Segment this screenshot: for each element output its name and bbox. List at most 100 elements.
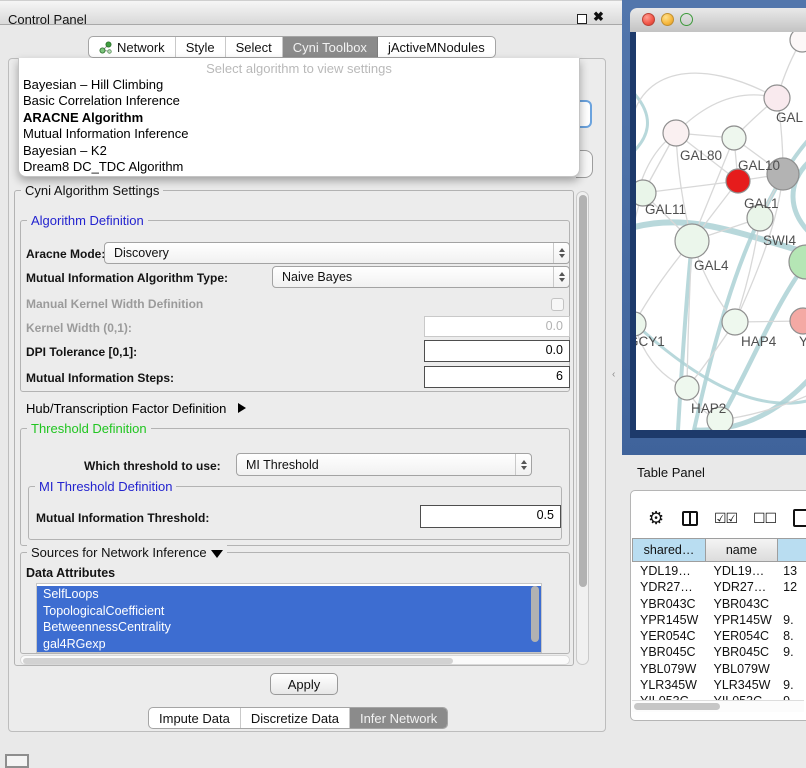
tab-infer-network[interactable]: Infer Network xyxy=(350,708,447,728)
table-horizontal-scrollbar[interactable] xyxy=(632,700,804,712)
dropdown-item[interactable]: Mutual Information Inference xyxy=(23,126,575,142)
network-node[interactable] xyxy=(722,126,746,150)
table-row[interactable]: YDL19… YDL19… 13 xyxy=(632,563,806,579)
settings-horizontal-scrollbar[interactable] xyxy=(20,655,570,665)
bottom-tabbar: Impute Data Discretize Data Infer Networ… xyxy=(148,707,448,729)
table-row[interactable]: YBR043C YBR043C xyxy=(632,596,806,612)
network-node-label: GAL11 xyxy=(645,202,686,217)
network-node-label: GAL xyxy=(776,110,804,125)
table-row[interactable]: YIL053C YIL053C 9 xyxy=(632,693,806,700)
mi-steps-label: Mutual Information Steps: xyxy=(26,371,174,385)
network-node-label: GAL10 xyxy=(738,158,780,173)
network-node[interactable] xyxy=(675,224,709,258)
close-icon[interactable]: ✖ xyxy=(593,9,604,25)
cyni-algorithm-settings-title: Cyni Algorithm Settings xyxy=(21,183,163,198)
minimize-traffic-light[interactable] xyxy=(661,13,674,26)
manual-kernel-width-checkbox[interactable] xyxy=(551,298,564,311)
table-row[interactable]: YBR045C YBR045C 9. xyxy=(632,644,806,660)
table-row[interactable]: YDR27… YDR27… 12 xyxy=(632,579,806,595)
aracne-mode-combo[interactable]: Discovery xyxy=(104,242,570,264)
column-header-shared-name[interactable]: shared… xyxy=(632,538,706,562)
network-node[interactable] xyxy=(790,308,806,334)
checked-boxes-icon[interactable]: ☑☑ xyxy=(714,510,737,527)
tab-network-label: Network xyxy=(117,40,165,55)
network-window-border-bottom xyxy=(630,430,806,438)
network-node[interactable] xyxy=(722,309,748,335)
list-item[interactable]: TopologicalCoefficient xyxy=(37,603,541,620)
dropdown-item[interactable]: Dream8 DC_TDC Algorithm xyxy=(23,159,575,175)
network-edge[interactable] xyxy=(636,133,676,324)
tab-select[interactable]: Select xyxy=(226,37,283,57)
expander-down-icon xyxy=(211,550,223,558)
tab-cyni-toolbox[interactable]: Cyni Toolbox xyxy=(283,37,378,57)
algorithm-definition-title: Algorithm Definition xyxy=(27,213,148,228)
expander-right-icon xyxy=(238,403,246,413)
settings-vertical-scrollbar[interactable] xyxy=(576,191,589,665)
split-columns-icon[interactable] xyxy=(682,511,698,526)
tab-discretize-data[interactable]: Discretize Data xyxy=(241,708,350,728)
network-edge[interactable] xyxy=(636,320,806,403)
tab-style[interactable]: Style xyxy=(176,37,226,57)
network-canvas[interactable]: GALGAL80GAL10GAL1GAL11SWI4GAL4GCY1HAP4YH… xyxy=(636,32,806,430)
kernel-width-field[interactable]: 0.0 xyxy=(424,316,570,337)
aracne-mode-label: Aracne Mode: xyxy=(26,247,105,261)
data-attributes-label: Data Attributes xyxy=(26,566,115,580)
network-node[interactable] xyxy=(675,376,699,400)
hub-definition-expander[interactable]: Hub/Transcription Factor Definition xyxy=(26,401,246,416)
dropdown-item-selected[interactable]: ARACNE Algorithm xyxy=(23,110,575,126)
minimized-panel-icon[interactable] xyxy=(5,754,29,768)
which-threshold-combo[interactable]: MI Threshold xyxy=(236,453,532,476)
network-edge[interactable] xyxy=(636,90,648,154)
sources-group-title[interactable]: Sources for Network Inference xyxy=(27,545,227,560)
column-header-cut[interactable] xyxy=(777,538,806,562)
gear-icon[interactable]: ⚙ xyxy=(648,508,664,529)
scrollbar-thumb[interactable] xyxy=(23,658,453,664)
which-threshold-label: Which threshold to use: xyxy=(84,459,221,473)
network-node[interactable] xyxy=(764,85,790,111)
mi-algorithm-type-combo[interactable]: Naive Bayes xyxy=(272,266,570,288)
network-node[interactable] xyxy=(790,32,806,52)
table-row[interactable]: YPR145W YPR145W 9. xyxy=(632,612,806,628)
mi-steps-field[interactable]: 6 xyxy=(424,366,570,388)
algorithm-dropdown-list: Select algorithm to view settings Bayesi… xyxy=(18,58,580,177)
scrollbar-thumb[interactable] xyxy=(579,195,587,587)
dropdown-item[interactable]: Basic Correlation Inference xyxy=(23,93,575,109)
control-panel-tabbar: Network Style Select Cyni Toolbox jActiv… xyxy=(88,36,496,58)
hub-definition-label: Hub/Transcription Factor Definition xyxy=(26,401,226,416)
dropdown-item[interactable]: Bayesian – Hill Climbing xyxy=(23,77,575,93)
manual-kernel-width-label: Manual Kernel Width Definition xyxy=(26,297,203,311)
scrollbar-thumb[interactable] xyxy=(634,703,720,710)
apply-button[interactable]: Apply xyxy=(270,673,338,695)
control-panel-title: Control Panel xyxy=(8,12,87,27)
network-edge[interactable] xyxy=(643,181,738,193)
table-row[interactable]: YER054C YER054C 8. xyxy=(632,628,806,644)
mi-threshold-field[interactable]: 0.5 xyxy=(420,505,561,528)
algorithm-combo-focus-ring[interactable] xyxy=(578,100,592,128)
dpi-tolerance-field[interactable]: 0.0 xyxy=(424,340,570,362)
network-window-titlebar[interactable] xyxy=(630,8,806,33)
application-window: Control Panel ✖ Network Style Select Cyn… xyxy=(0,0,806,762)
float-window-icon[interactable] xyxy=(577,14,587,24)
tab-network[interactable]: Network xyxy=(89,37,176,57)
tab-jactivemnodules[interactable]: jActiveMNodules xyxy=(378,37,495,57)
zoom-traffic-light[interactable] xyxy=(680,13,693,26)
column-header-name[interactable]: name xyxy=(705,538,778,562)
network-edge[interactable] xyxy=(678,241,692,430)
network-node[interactable] xyxy=(663,120,689,146)
table-row[interactable]: YLR345W YLR345W 9. xyxy=(632,677,806,693)
tab-impute-data[interactable]: Impute Data xyxy=(149,708,241,728)
list-item[interactable]: BetweennessCentrality xyxy=(37,619,541,636)
list-item[interactable]: gal4RGexp xyxy=(37,636,541,653)
unchecked-boxes-icon[interactable]: ☐☐ xyxy=(753,510,776,527)
table-row[interactable]: YBL079W YBL079W xyxy=(632,661,806,677)
network-edge[interactable] xyxy=(636,193,643,324)
network-canvas-svg: GALGAL80GAL10GAL1GAL11SWI4GAL4GCY1HAP4YH… xyxy=(636,32,806,430)
partial-toolbar-icon[interactable] xyxy=(793,509,806,527)
list-scrollbar[interactable] xyxy=(531,586,539,642)
dropdown-item[interactable]: Bayesian – K2 xyxy=(23,143,575,159)
close-traffic-light[interactable] xyxy=(642,13,655,26)
network-edge[interactable] xyxy=(676,95,777,133)
splitter-handle[interactable]: ‹ xyxy=(612,369,615,380)
list-item[interactable]: SelfLoops xyxy=(37,586,541,603)
combo-stepper-icon xyxy=(515,454,531,475)
